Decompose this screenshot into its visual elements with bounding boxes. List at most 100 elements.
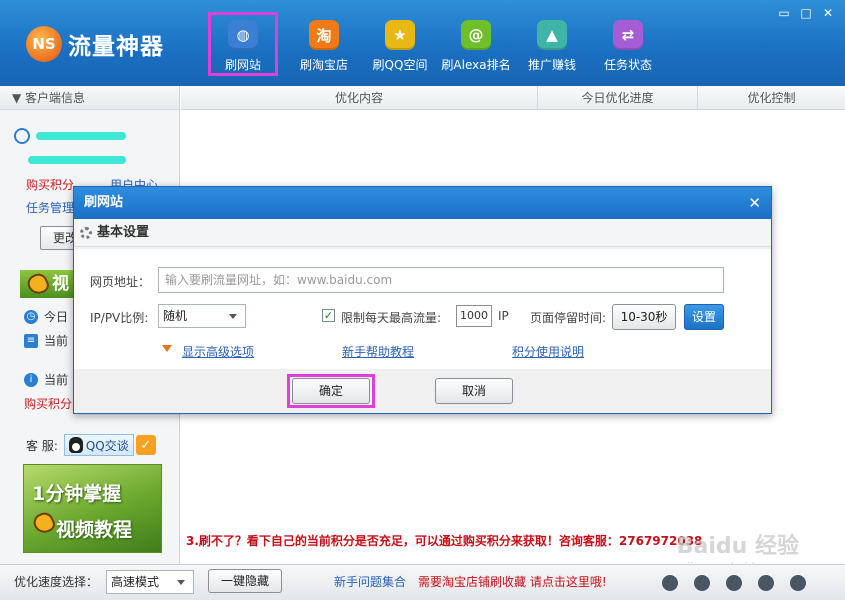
eye-icon[interactable] (694, 575, 710, 591)
cancel-button[interactable]: 取消 (435, 378, 513, 404)
app-logo: NS 流量神器 (26, 26, 164, 62)
stay-time-label: 页面停留时间: (530, 311, 607, 325)
info-icon[interactable] (790, 575, 806, 591)
limit-unit: IP (498, 309, 509, 323)
speed-label: 优化速度选择： (14, 575, 99, 589)
watermark-main: Baidu 经验 (676, 534, 799, 559)
task-manage-link[interactable]: 任务管理 (26, 199, 74, 216)
service-label: 客 服: (26, 438, 58, 453)
settings-icon[interactable] (726, 575, 742, 591)
nav-item-5[interactable]: ⇄ 任务状态 (590, 14, 666, 74)
expand-triangle-icon (162, 345, 172, 352)
column-header: 今日优化进度 (538, 86, 698, 110)
points-guide-link[interactable]: 积分使用说明 (512, 343, 584, 360)
main-nav: ◍ 刷网站 淘刷淘宝店 ★ 刷QQ空间 @ 刷Alexa排名 ▲ 推广赚钱 ⇄ 任务状态 (208, 12, 666, 76)
promo-line-2: 视频教程 (56, 519, 133, 541)
limit-checkbox[interactable]: ✓ (322, 309, 335, 322)
promo-small-text: 视 (52, 274, 69, 294)
nav-item-0[interactable]: ◍ 刷网站 (208, 12, 278, 76)
nav-label: 推广赚钱 (527, 58, 576, 72)
at-icon: @ (461, 20, 491, 50)
advanced-options-link[interactable]: 显示高级选项 (182, 343, 254, 360)
settings-button[interactable]: 设置 (684, 304, 724, 330)
nav-label: 刷QQ空间 (372, 58, 428, 72)
chevron-down-icon (229, 314, 237, 319)
dialog-title: 刷网站 (84, 195, 124, 210)
swap-icon: ⇄ (613, 20, 643, 50)
url-input[interactable]: 输入要刷流量网址，如：www.baidu.com (158, 267, 724, 293)
ok-button[interactable]: 确定 (292, 378, 370, 404)
check-badge-icon: ✓ (135, 435, 156, 455)
promo-line-1: 1分钟掌握 (32, 483, 122, 505)
ratio-label: IP/PV比例: (90, 311, 149, 325)
qq-penguin-icon (68, 437, 83, 453)
qq-chat-button[interactable]: QQ交谈 (63, 434, 134, 456)
dialog-footer: 确定 取消 (74, 369, 771, 413)
logo-icon: NS (26, 26, 62, 62)
video-promo-banner[interactable]: 视 (20, 270, 74, 298)
site-boost-dialog: 刷网站 ✕ 基本设置 网页地址： 输入要刷流量网址，如：www.baidu.co… (73, 186, 772, 414)
faq-link[interactable]: 新手问题集合 (334, 573, 406, 590)
bottom-bar: 优化速度选择： 高速模式 一键隐藏 新手问题集合 需要淘宝店铺刷收藏 请点击这里… (0, 564, 845, 600)
butterfly-icon (30, 509, 58, 537)
maximize-button[interactable]: □ (795, 4, 817, 22)
nav-label: 刷淘宝店 (299, 58, 348, 72)
basic-settings-header: 基本设置 (74, 219, 771, 247)
current-points-label: 当前 (44, 373, 69, 387)
hide-all-button[interactable]: 一键隐藏 (208, 569, 282, 593)
ratio-select[interactable]: 随机 (158, 304, 246, 328)
current-points-row: i 当前 (24, 371, 68, 388)
butterfly-icon (24, 270, 52, 298)
customer-service: 客 服: QQ交谈 ✓ (26, 434, 156, 456)
qq-chat-label: QQ交谈 (85, 438, 129, 453)
limit-label: 限制每天最高流量: (341, 311, 442, 325)
speed-select[interactable]: 高速模式 (106, 570, 194, 594)
info-icon: i (24, 372, 38, 387)
nav-item-3[interactable]: @ 刷Alexa排名 (438, 14, 514, 74)
current-label: 当前 (44, 334, 69, 348)
buy-points-link-2[interactable]: 购买积分 (24, 395, 72, 412)
user-info (14, 128, 126, 144)
notice-text: 3.刷不了？看下自己的当前积分是否充足，可以通过购买积分来获取！咨询客服：276… (186, 534, 703, 548)
taobao-collect-link[interactable]: 需要淘宝店铺刷收藏 请点击这里哦! (418, 573, 607, 590)
column-header: 优化内容 (181, 86, 538, 110)
section-title: 基本设置 (97, 224, 150, 240)
sidebar-header[interactable]: ▼ 客户端信息 (0, 86, 179, 110)
app-header: NS 流量神器 ◍ 刷网站 淘刷淘宝店 ★ 刷QQ空间 @ 刷Alexa排名 ▲ 推广赚钱 ⇄ 任务… (0, 0, 845, 86)
dialog-title-bar: 刷网站 ✕ (74, 187, 771, 219)
home-icon[interactable] (758, 575, 774, 591)
video-tutorial-banner[interactable]: 1分钟掌握 视频教程 (23, 464, 162, 553)
download-icon[interactable] (662, 575, 678, 591)
today-row: ◷ 今日 (24, 308, 68, 325)
speed-value: 高速模式 (111, 575, 160, 589)
current-row: ≡ 当前 (24, 332, 68, 349)
buy-points-link[interactable]: 购买积分 (26, 176, 74, 193)
gear-icon (80, 226, 92, 239)
user-icon (14, 128, 30, 144)
nav-label: 任务状态 (603, 58, 652, 72)
redacted-username (36, 132, 126, 140)
nav-item-2[interactable]: ★ 刷QQ空间 (362, 14, 438, 74)
dialog-close-icon[interactable]: ✕ (748, 187, 761, 219)
stay-time-select[interactable]: 10-30秒 (612, 304, 676, 330)
chevron-down-icon (177, 580, 185, 585)
help-tutorial-link[interactable]: 新手帮助教程 (342, 343, 414, 360)
dialog-body: 网页地址： 输入要刷流量网址，如：www.baidu.com IP/PV比例: … (74, 249, 771, 369)
star-icon: ★ (385, 20, 415, 50)
today-label: 今日 (44, 310, 69, 324)
column-header: 优化控制 (747, 91, 796, 105)
clock-icon: ◷ (24, 309, 38, 324)
url-label: 网页地址： (90, 275, 151, 289)
close-button[interactable]: ✕ (817, 4, 839, 22)
minimize-button[interactable]: ▭ (773, 4, 795, 22)
window-controls: ▭ □ ✕ (773, 4, 839, 22)
globe-icon: ◍ (228, 20, 258, 50)
limit-input[interactable]: 1000 (456, 305, 492, 327)
nav-item-4[interactable]: ▲ 推广赚钱 (514, 14, 590, 74)
taobao-icon: 淘 (309, 20, 339, 50)
list-icon: ≡ (24, 333, 38, 348)
nav-item-1[interactable]: 淘刷淘宝店 (286, 14, 362, 74)
app-title: 流量神器 (68, 34, 164, 60)
task-table-header: 优化内容 今日优化进度 优化控制 (181, 86, 845, 110)
rocket-icon: ▲ (537, 20, 567, 50)
